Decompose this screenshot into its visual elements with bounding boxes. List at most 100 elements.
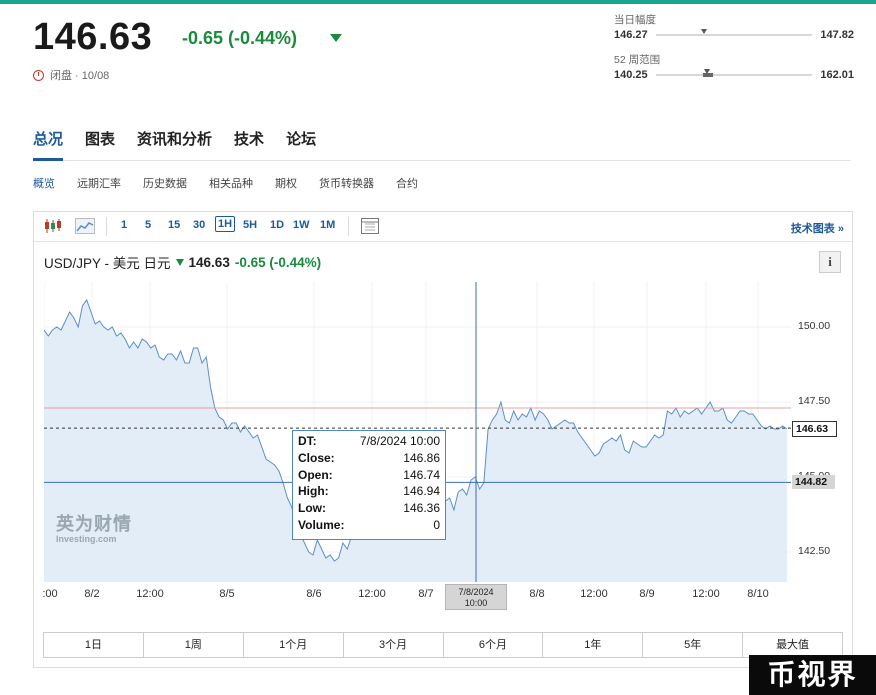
period-6m[interactable]: 6个月 xyxy=(444,633,544,657)
interval-1h[interactable]: 1H xyxy=(215,216,236,232)
x-tick-label: 12:00 xyxy=(692,588,720,600)
top-accent-bar xyxy=(0,0,876,4)
y-tick-label: 150.00 xyxy=(798,320,831,332)
y-tick-label: 142.50 xyxy=(798,545,831,557)
tooltip-row: High: 146.94 xyxy=(298,484,440,501)
tab-news-analysis[interactable]: 资讯和分析 xyxy=(137,126,212,160)
chart-toolbar: 1 5 15 30 1H 5H 1D 1W 1M 技术图表 » xyxy=(34,212,852,242)
tab-forum[interactable]: 论坛 xyxy=(286,126,316,160)
interval-30[interactable]: 30 xyxy=(193,219,205,231)
x-tick-label: 8/9 xyxy=(639,588,655,600)
investing-watermark: 英为财情 Investing.com xyxy=(56,510,132,544)
week52-range: 52 周范围 140.25 162.01 xyxy=(614,52,854,81)
subnav-overview[interactable]: 概览 xyxy=(33,175,55,191)
tooltip-key: Low: xyxy=(298,501,326,516)
tooltip-key: Open: xyxy=(298,467,333,482)
interval-1[interactable]: 1 xyxy=(121,219,127,231)
period-1d[interactable]: 1日 xyxy=(44,633,144,657)
area-chart-icon[interactable] xyxy=(75,218,95,234)
week52-range-segment xyxy=(702,73,713,77)
period-3m[interactable]: 3个月 xyxy=(344,633,444,657)
tooltip-value: 146.94 xyxy=(403,484,440,499)
quote-price: 146.63 xyxy=(33,16,153,58)
x-tick-label: 8/10 xyxy=(747,588,769,600)
tooltip-key: DT: xyxy=(298,434,317,448)
subnav-historical-data[interactable]: 历史数据 xyxy=(143,175,187,191)
day-range-label: 当日幅度 xyxy=(614,14,656,26)
interval-1d[interactable]: 1D xyxy=(270,219,284,231)
tab-chart[interactable]: 图表 xyxy=(85,126,115,160)
last-price-tag: 146.63 xyxy=(792,421,837,438)
day-range-track xyxy=(655,29,813,36)
subnav-contracts[interactable]: 合约 xyxy=(396,175,418,191)
toolbar-divider xyxy=(106,217,107,236)
info-icon[interactable]: i xyxy=(819,251,841,273)
interval-5[interactable]: 5 xyxy=(145,219,151,231)
main-tabs: 总况 图表 资讯和分析 技术 论坛 xyxy=(33,126,851,161)
subnav-converter[interactable]: 货币转换器 xyxy=(319,175,374,191)
x-tick-label: 8/8 xyxy=(529,588,545,600)
subnav-options[interactable]: 期权 xyxy=(275,175,297,191)
tooltip-key: Volume: xyxy=(298,517,345,532)
tooltip-row: DT: 7/8/2024 10:00 xyxy=(298,434,440,451)
week52-range-label: 52 周范围 xyxy=(614,54,661,66)
period-5y[interactable]: 5年 xyxy=(643,633,744,657)
price-down-icon xyxy=(175,258,184,266)
subnav-related[interactable]: 相关品种 xyxy=(209,175,253,191)
market-status: 闭盘 · 10/08 xyxy=(33,67,109,83)
period-1y[interactable]: 1年 xyxy=(543,633,644,657)
week52-range-low: 140.25 xyxy=(614,69,648,81)
tooltip-row: Volume: 0 xyxy=(298,518,440,535)
candlestick-icon[interactable] xyxy=(43,218,63,234)
day-range-marker xyxy=(700,29,707,34)
watermark-cn: 英为财情 xyxy=(56,514,132,534)
y-tick-label: 147.50 xyxy=(798,395,831,407)
tooltip-row: Close: 146.86 xyxy=(298,451,440,468)
interval-5h[interactable]: 5H xyxy=(243,219,257,231)
tooltip-value: 146.74 xyxy=(403,467,440,482)
x-tick-label: 8/2 xyxy=(84,588,100,600)
crosshair-price-tag: 144.82 xyxy=(792,475,835,490)
tooltip-value: 7/8/2024 10:00 xyxy=(359,434,440,448)
day-range-low: 146.27 xyxy=(614,29,648,41)
ohlc-tooltip: DT: 7/8/2024 10:00 Close: 146.86 Open: 146.… xyxy=(292,430,446,540)
crosshair-time-text: 7/8/2024 xyxy=(458,587,494,597)
period-max[interactable]: 最大值 xyxy=(743,633,842,657)
toolbar-divider xyxy=(348,217,349,236)
period-selector: 1日 1周 1个月 3个月 6个月 1年 5年 最大值 xyxy=(43,632,843,658)
week52-range-track xyxy=(655,69,813,77)
tooltip-row: Open: 146.74 xyxy=(298,468,440,485)
clock-icon xyxy=(33,69,44,81)
day-range: 当日幅度 146.27 147.82 xyxy=(614,12,854,41)
period-1w[interactable]: 1周 xyxy=(144,633,244,657)
symbol-change: -0.65 (-0.44%) xyxy=(234,254,322,270)
tooltip-value: 0 xyxy=(433,517,440,532)
tooltip-row: Low: 146.36 xyxy=(298,501,440,518)
interval-15[interactable]: 15 xyxy=(168,219,180,231)
technical-chart-link[interactable]: 技术图表 » xyxy=(791,220,844,236)
chart-symbol-header: USD/JPY - 美元 日元 146.63 -0.65 (-0.44%) xyxy=(44,252,321,272)
tab-overview[interactable]: 总况 xyxy=(33,126,64,161)
crosshair-time-text: 10:00 xyxy=(464,598,488,608)
down-arrow-icon xyxy=(330,34,342,42)
x-tick-label: 8/5 xyxy=(219,588,235,600)
period-1m[interactable]: 1个月 xyxy=(244,633,344,657)
tooltip-key: Close: xyxy=(298,450,335,465)
symbol-name: USD/JPY - 美元 日元 xyxy=(44,256,171,271)
interval-1m[interactable]: 1M xyxy=(320,219,335,231)
tab-technical[interactable]: 技术 xyxy=(234,126,264,160)
sub-navigation: 概览 远期汇率 历史数据 相关品种 期权 货币转换器 合约 xyxy=(33,175,418,191)
x-tick-label: :00 xyxy=(42,588,58,600)
x-tick-label: 8/6 xyxy=(306,588,322,600)
time-axis: :00 8/2 12:00 8/5 8/6 12:00 8/7 8/8 12:00 8/9 12:0… xyxy=(42,584,791,618)
subnav-forward-rates[interactable]: 远期汇率 xyxy=(77,175,121,191)
x-tick-label: 12:00 xyxy=(358,588,386,600)
x-tick-label: 12:00 xyxy=(580,588,608,600)
table-icon[interactable] xyxy=(360,218,380,234)
interval-1w[interactable]: 1W xyxy=(293,219,310,231)
price-axis: 150.00147.50145.00142.50146.63144.82 xyxy=(792,282,850,582)
x-tick-label: 8/7 xyxy=(418,588,434,600)
tooltip-value: 146.86 xyxy=(403,450,440,465)
tooltip-value: 146.36 xyxy=(403,501,440,516)
market-status-text: 闭盘 · 10/08 xyxy=(50,70,110,82)
